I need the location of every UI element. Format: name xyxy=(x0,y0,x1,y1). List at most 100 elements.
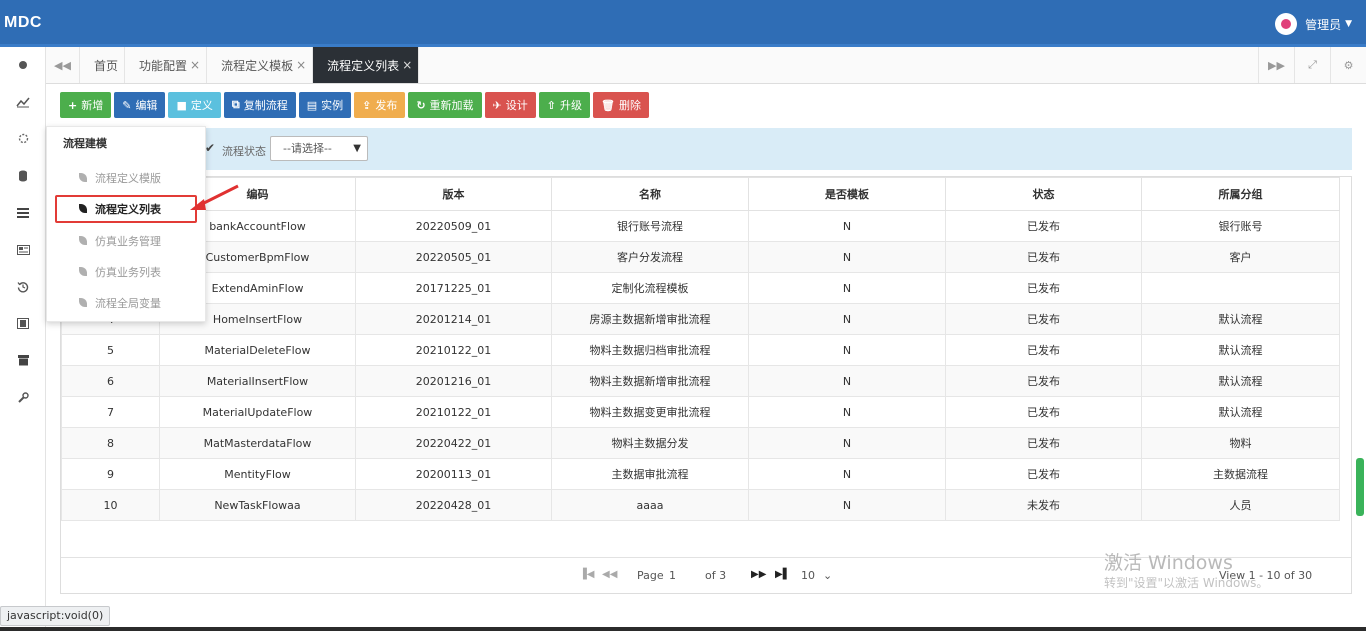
prev-page-icon[interactable]: ◀◀ xyxy=(602,569,617,580)
menu-item-global-vars[interactable]: 流程全局变量 xyxy=(55,289,197,317)
column-header[interactable]: 状态 xyxy=(945,177,1142,211)
table-row[interactable]: 8 MatMasterdataFlow 20220422_01 物料主数据分发 N 已发布… xyxy=(61,427,1340,459)
table-cell: N xyxy=(748,303,946,335)
scrollbar-thumb[interactable] xyxy=(1356,458,1364,516)
action-toolbar: + 新增 ✎ 编辑 ■ 定义 ⧉ 复制流程 ▤ 实例 ⇪ 发布 ↻ 重新加载 ✈ 设计 ⇧ 升级 🗑 删除 xyxy=(60,92,649,118)
last-page-icon[interactable]: ▶▌ xyxy=(775,569,790,580)
table-row[interactable]: 9 MentityFlow 20200113_01 主数据审批流程 N 已发布 主数据流程 xyxy=(61,458,1340,490)
tab-function-config[interactable]: 功能配置 × xyxy=(125,47,208,83)
table-cell: 20220422_01 xyxy=(355,427,552,459)
toolbar-button-2[interactable]: ■ 定义 xyxy=(168,92,221,118)
chevron-down-icon[interactable]: ⌄ xyxy=(823,569,832,582)
toolbar-button-7[interactable]: ✈ 设计 xyxy=(484,92,536,118)
list-icon[interactable] xyxy=(0,207,46,221)
toolbar-button-0[interactable]: + 新增 xyxy=(60,92,112,118)
table-cell: 已发布 xyxy=(945,458,1142,490)
table-cell: N xyxy=(748,427,946,459)
table-row[interactable]: 10 NewTaskFlowaa 20220428_01 aaaa N 未发布 人员 xyxy=(61,489,1340,521)
table-cell: 已发布 xyxy=(945,210,1142,242)
history-icon[interactable] xyxy=(0,281,46,296)
table-cell: 5 xyxy=(61,334,160,366)
taskbar-strip xyxy=(0,627,1366,631)
toolbar-button-5[interactable]: ⇪ 发布 xyxy=(354,92,406,118)
table-cell: 20220509_01 xyxy=(355,210,552,242)
table-cell: 20200113_01 xyxy=(355,458,552,490)
first-page-icon[interactable]: ▐◀ xyxy=(579,569,594,580)
menu-item-simulation-manage[interactable]: 仿真业务管理 xyxy=(55,227,197,255)
menu-title: 流程建模 xyxy=(63,137,107,150)
chevron-down-icon: ▼ xyxy=(353,143,361,154)
newspaper-icon[interactable] xyxy=(0,244,46,258)
page-input[interactable]: 1 xyxy=(669,569,676,582)
tab-scroll-left-icon[interactable]: ◀◀ xyxy=(46,47,80,83)
table-row[interactable]: 4HomeInsertFlow20201214_01房源主数据新增审批流程N已发… xyxy=(61,303,1340,335)
column-header[interactable]: 版本 xyxy=(355,177,552,211)
table-cell: 未发布 xyxy=(945,489,1142,521)
table-cell: aaaa xyxy=(551,489,749,521)
check-icon[interactable]: ✔ xyxy=(205,141,215,155)
button-label: 新增 xyxy=(81,99,104,112)
archive-icon[interactable] xyxy=(0,355,46,369)
table-cell: 物料主数据变更审批流程 xyxy=(551,396,749,428)
toolbar-button-8[interactable]: ⇧ 升级 xyxy=(538,92,590,118)
table-cell: MentityFlow xyxy=(159,458,356,490)
tab-label: 流程定义模板 xyxy=(221,58,294,73)
table-cell: N xyxy=(748,489,946,521)
table-row[interactable]: 3ExtendAminFlow20171225_01定制化流程模板N已发布 xyxy=(61,272,1340,304)
table-cell: 20220428_01 xyxy=(355,489,552,521)
table-cell: 8 xyxy=(61,427,160,459)
toolbar-button-4[interactable]: ▤ 实例 xyxy=(298,92,352,118)
menu-item-process-list[interactable]: 流程定义列表 xyxy=(55,195,197,223)
status-select[interactable]: --请选择-- ▼ xyxy=(270,136,368,161)
leaf-icon xyxy=(79,236,87,245)
tabs: 首页 功能配置 × 流程定义模板 × 流程定义列表 × xyxy=(80,47,420,83)
menu-item-simulation-list[interactable]: 仿真业务列表 xyxy=(55,258,197,286)
dashboard-icon[interactable] xyxy=(0,59,46,73)
fullscreen-icon[interactable]: ⤢ xyxy=(1294,47,1330,83)
database-icon[interactable] xyxy=(0,170,46,185)
user-menu[interactable]: 管理员 ▼ xyxy=(1275,13,1352,35)
table-row[interactable]: 5 MaterialDeleteFlow 20210122_01 物料主数据归档审批流… xyxy=(61,334,1340,366)
table-cell: 房源主数据新增审批流程 xyxy=(551,303,749,335)
tab-process-template[interactable]: 流程定义模板 × xyxy=(207,47,314,83)
table-row[interactable]: 2CustomerBpmFlow20220505_01客户分发流程N已发布客户 xyxy=(61,241,1340,273)
toolbar-button-1[interactable]: ✎ 编辑 xyxy=(114,92,166,118)
tab-process-list[interactable]: 流程定义列表 × xyxy=(313,47,420,83)
button-label: 升级 xyxy=(559,99,582,112)
annotation-arrow-icon xyxy=(190,184,239,210)
spinner-icon[interactable] xyxy=(0,133,46,147)
close-icon[interactable]: × xyxy=(402,58,412,72)
wrench-icon[interactable] xyxy=(0,392,46,407)
table-cell: 已发布 xyxy=(945,427,1142,459)
table-cell xyxy=(1141,272,1340,304)
button-label: 删除 xyxy=(618,99,641,112)
film-icon[interactable] xyxy=(0,318,46,332)
chart-line-icon[interactable] xyxy=(0,96,46,111)
toolbar-button-3[interactable]: ⧉ 复制流程 xyxy=(223,92,296,118)
next-page-icon[interactable]: ▶▶ xyxy=(751,569,766,580)
page-size-select[interactable]: 10 xyxy=(801,569,815,582)
column-header[interactable]: 所属分组 xyxy=(1141,177,1340,211)
table-row[interactable]: 1bankAccountFlow20220509_01银行账号流程N已发布银行账… xyxy=(61,210,1340,242)
button-label: 发布 xyxy=(375,99,398,112)
app-logo[interactable]: MDC xyxy=(4,14,42,32)
close-icon[interactable]: × xyxy=(190,58,200,72)
close-icon[interactable]: × xyxy=(296,58,306,72)
tab-scroll-right-icon[interactable]: ▶▶ xyxy=(1258,47,1294,83)
menu-item-template[interactable]: 流程定义模版 xyxy=(55,164,197,192)
tab-home[interactable]: 首页 xyxy=(80,47,126,83)
toolbar-button-6[interactable]: ↻ 重新加载 xyxy=(408,92,482,118)
table-cell: 已发布 xyxy=(945,241,1142,273)
tab-label: 首页 xyxy=(94,58,119,73)
column-header[interactable]: 名称 xyxy=(551,177,749,211)
gear-icon[interactable]: ⚙ xyxy=(1330,47,1366,83)
page-label: Page xyxy=(637,569,664,582)
button-label: 编辑 xyxy=(135,99,158,112)
column-header[interactable]: 是否模板 xyxy=(748,177,946,211)
table-row[interactable]: 6 MaterialInsertFlow 20201216_01 物料主数据新增审批流… xyxy=(61,365,1340,397)
table-cell: MaterialUpdateFlow xyxy=(159,396,356,428)
toolbar-button-9[interactable]: 🗑 删除 xyxy=(592,92,649,118)
table-cell: 20171225_01 xyxy=(355,272,552,304)
windows-watermark-title: 激活 Windows xyxy=(1104,552,1233,574)
table-row[interactable]: 7 MaterialUpdateFlow 20210122_01 物料主数据变更审批流… xyxy=(61,396,1340,428)
